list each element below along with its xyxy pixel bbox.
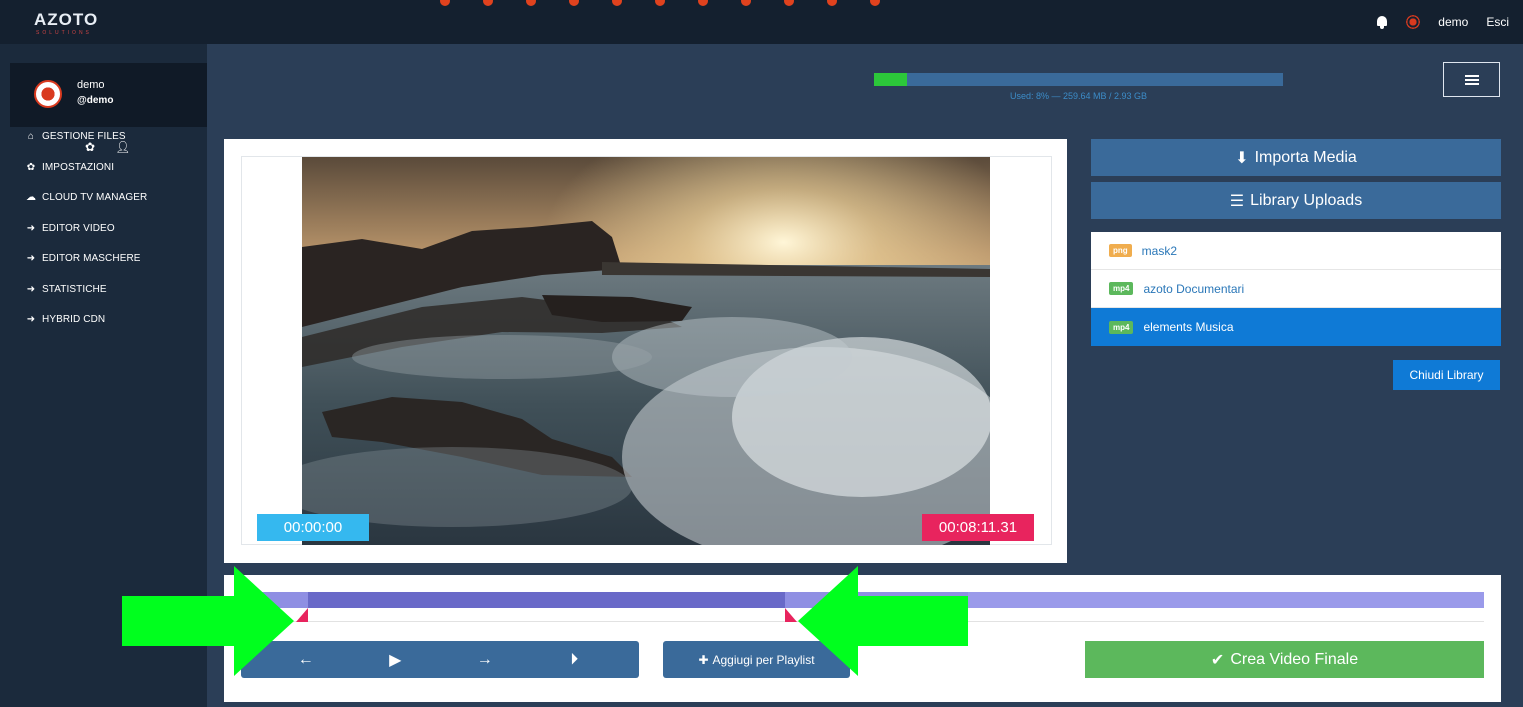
top-bar: AZOTO SOLUTIONS demo Esci bbox=[0, 0, 1523, 44]
create-final-video-button[interactable]: ✔ Crea Video Finale bbox=[1085, 641, 1484, 678]
library-item-azoto-documentari[interactable]: mp4 azoto Documentari bbox=[1091, 270, 1501, 308]
timeline-selection[interactable] bbox=[308, 592, 785, 608]
sidebar-item-label: HYBRID CDN bbox=[42, 314, 106, 325]
sidebar-item-hybrid-cdn[interactable]: ➜ HYBRID CDN bbox=[26, 314, 147, 345]
storage-usage-bar bbox=[874, 73, 1283, 86]
import-download-icon: ⬇︎ bbox=[1235, 149, 1249, 167]
create-final-video-label: Crea Video Finale bbox=[1230, 650, 1359, 668]
library-item-mask2[interactable]: png mask2 bbox=[1091, 232, 1501, 270]
sidebar-item-cloud-tv-manager[interactable]: ☁ CLOUD TV MANAGER bbox=[26, 192, 147, 223]
annotation-arrow-left bbox=[122, 566, 294, 676]
arrow-right-icon: ➜ bbox=[26, 314, 36, 325]
sidebar-item-impostazioni[interactable]: ✿ IMPOSTAZIONI bbox=[26, 162, 147, 193]
plus-icon: ✚ bbox=[698, 652, 709, 667]
import-media-button[interactable]: ⬇︎ Importa Media bbox=[1091, 139, 1501, 176]
arrow-right-icon: ➜ bbox=[26, 253, 36, 264]
library-uploads-label: Library Uploads bbox=[1250, 191, 1363, 209]
logout-link[interactable]: Esci bbox=[1486, 15, 1509, 29]
sidebar-item-label: IMPOSTAZIONI bbox=[42, 161, 115, 173]
file-type-badge: mp4 bbox=[1109, 320, 1134, 334]
sidebar-user-name: demo bbox=[77, 79, 105, 91]
sidebar-item-statistiche[interactable]: ➜ STATISTICHE bbox=[26, 284, 147, 315]
sidebar-item-label: CLOUD TV MANAGER bbox=[42, 192, 148, 203]
file-type-badge: mp4 bbox=[1109, 282, 1134, 295]
sidebar-item-label: STATISTICHE bbox=[42, 283, 107, 295]
avatar bbox=[34, 80, 62, 108]
check-icon: ✔ bbox=[1210, 651, 1225, 669]
azoto-logo[interactable]: AZOTO SOLUTIONS bbox=[34, 8, 104, 38]
end-timecode: 00:08:11.31 bbox=[922, 514, 1034, 541]
file-type-badge: png bbox=[1109, 244, 1132, 257]
arrow-right-icon: ➜ bbox=[26, 222, 36, 234]
annotation-arrow-right bbox=[798, 566, 968, 676]
gear-icon: ✿ bbox=[26, 161, 36, 173]
arrow-right-icon[interactable]: → bbox=[473, 651, 497, 669]
library-item-name: mask2 bbox=[1141, 243, 1178, 258]
sidebar-item-editor-maschere[interactable]: ➜ EDITOR MASCHERE bbox=[26, 253, 147, 284]
sidebar-item-label: EDITOR VIDEO bbox=[42, 222, 115, 234]
cloud-icon: ☁ bbox=[26, 192, 37, 203]
arrow-right-icon: ➜ bbox=[26, 283, 36, 295]
sidebar-menu: ⌂ GESTIONE FILES ✿ IMPOSTAZIONI ☁ CLOUD TV … bbox=[26, 131, 147, 345]
storage-usage-label: Used: 8% — 259.64 MB / 2.93 GB bbox=[1009, 91, 1148, 101]
out-point-marker[interactable] bbox=[785, 608, 797, 622]
logo-text: AZOTO bbox=[34, 10, 99, 29]
sidebar-user-handle: @demo bbox=[77, 95, 114, 106]
start-timecode: 00:00:00 bbox=[257, 514, 369, 541]
library-item-elements-musica[interactable]: mp4 elements Musica bbox=[1091, 308, 1501, 346]
close-library-button[interactable]: Chiudi Library bbox=[1393, 360, 1500, 390]
library-uploads-button[interactable]: ☰ Library Uploads bbox=[1091, 182, 1501, 219]
sidebar-item-gestione-files[interactable]: ⌂ GESTIONE FILES bbox=[26, 131, 147, 162]
sidebar-item-label: EDITOR MASCHERE bbox=[42, 253, 141, 264]
library-item-name: azoto Documentari bbox=[1143, 281, 1245, 296]
sidebar-item-editor-video[interactable]: ➜ EDITOR VIDEO bbox=[26, 223, 147, 254]
decorative-dots bbox=[440, 0, 880, 6]
top-right-menu: demo Esci bbox=[1376, 0, 1509, 44]
library-list: png mask2 mp4 azoto Documentari mp4 elem… bbox=[1091, 232, 1501, 346]
header-username[interactable]: demo bbox=[1438, 15, 1468, 29]
video-preview[interactable] bbox=[302, 157, 990, 545]
list-icon: ☰ bbox=[1229, 192, 1245, 210]
user-avatar-icon[interactable] bbox=[1406, 15, 1421, 29]
storage-usage-fill bbox=[874, 73, 907, 86]
timeline-segment[interactable] bbox=[968, 592, 1484, 608]
library-item-name: elements Musica bbox=[1143, 320, 1234, 334]
hamburger-icon bbox=[1464, 74, 1479, 85]
sidebar-item-label: GESTIONE FILES bbox=[42, 131, 126, 142]
import-media-label: Importa Media bbox=[1254, 148, 1357, 166]
play-icon[interactable]: ▶ bbox=[383, 650, 407, 670]
user-box: demo @demo bbox=[10, 63, 207, 127]
bell-icon[interactable] bbox=[1376, 15, 1388, 29]
menu-toggle-button[interactable] bbox=[1443, 62, 1500, 97]
play-circle-icon[interactable]: ⏵︎ bbox=[562, 651, 586, 669]
logo-subtext: SOLUTIONS bbox=[36, 30, 92, 36]
home-icon: ⌂ bbox=[27, 131, 35, 142]
